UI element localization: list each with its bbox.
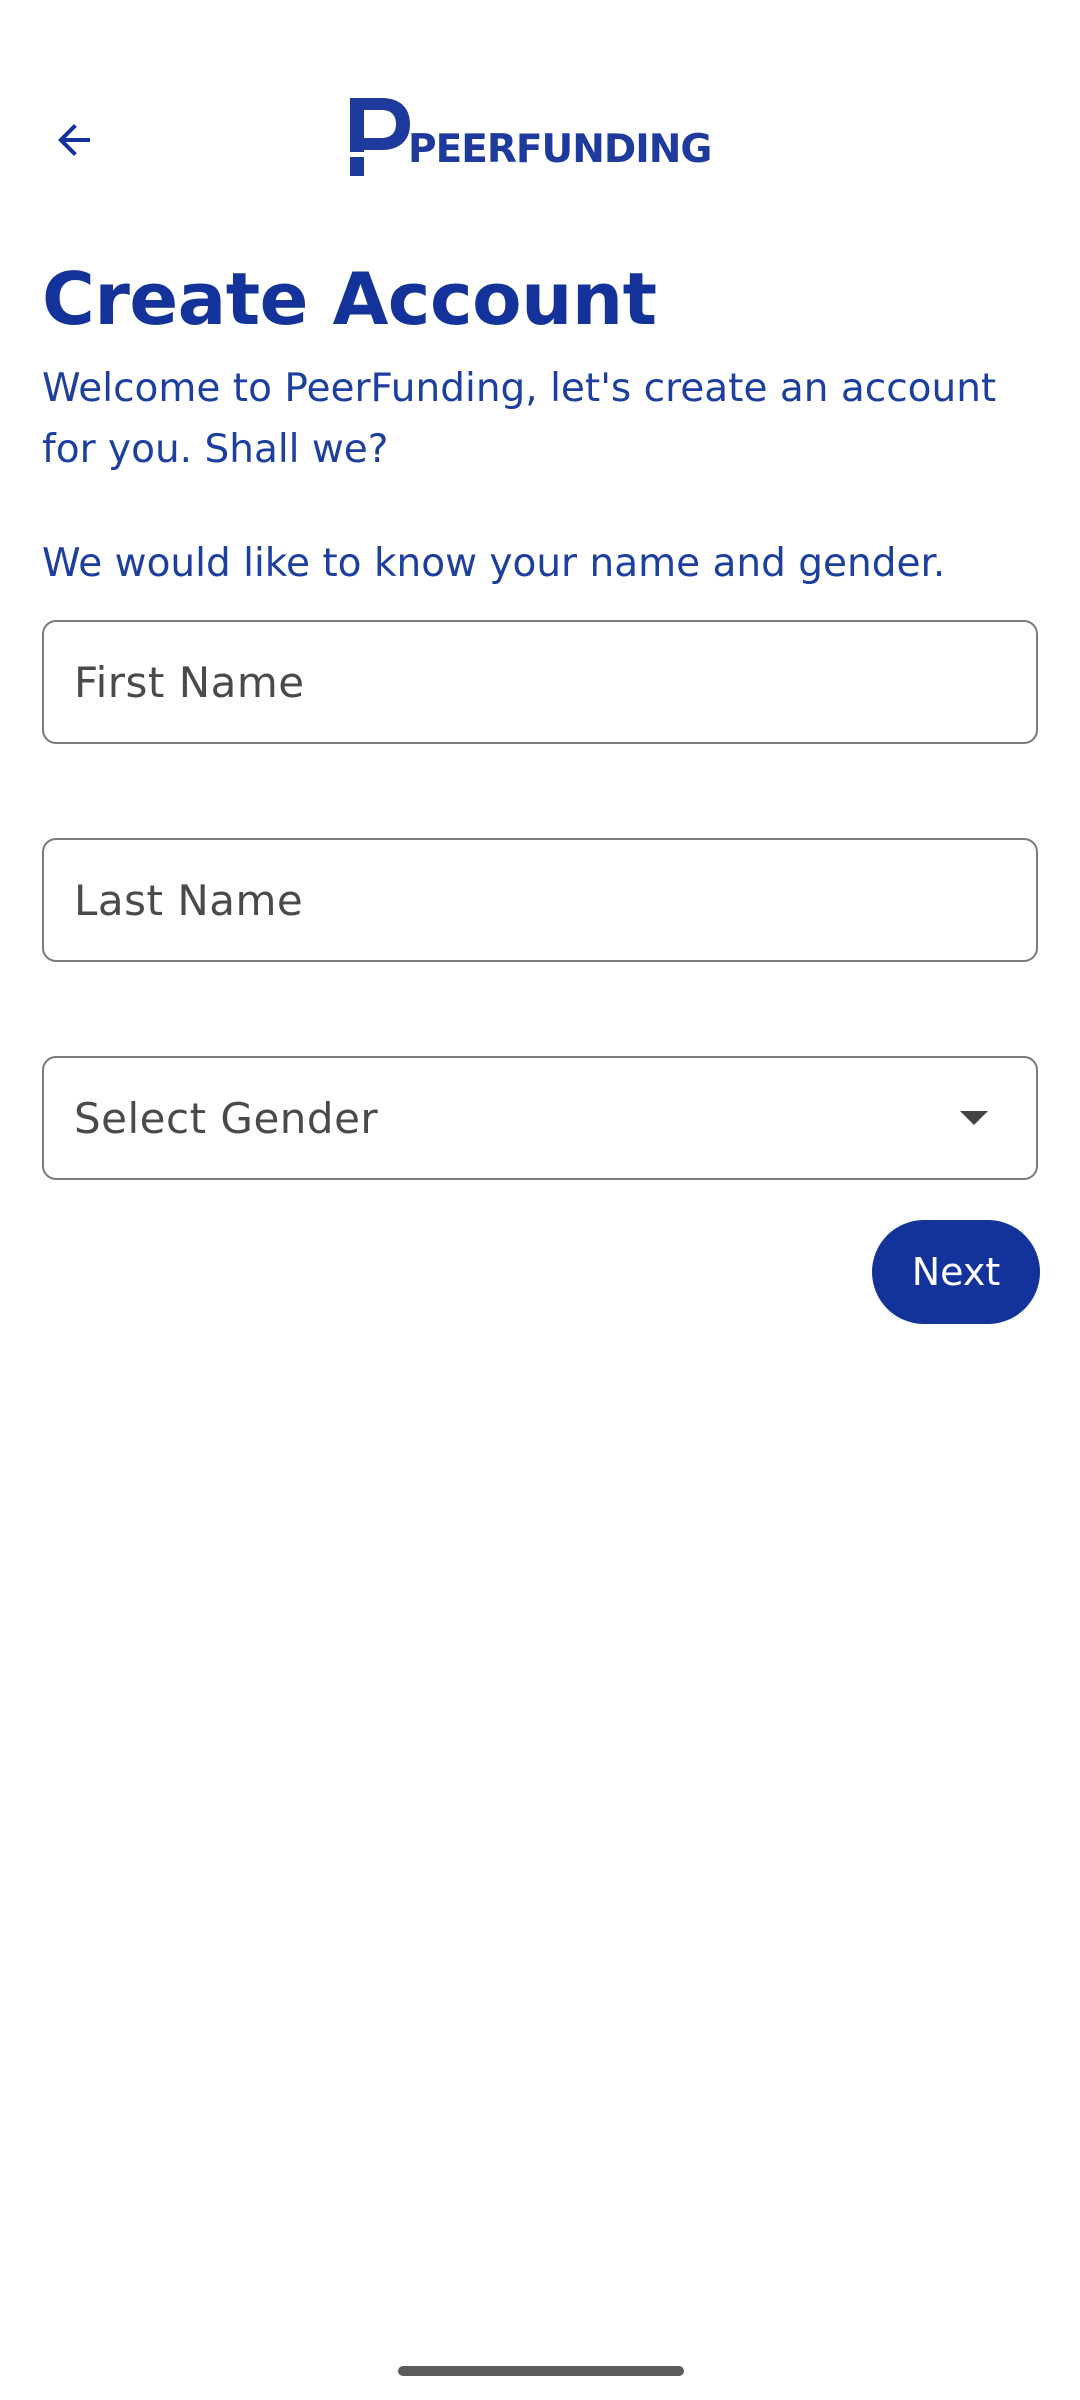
prompt-text: We would like to know your name and gend… [42, 541, 946, 586]
dropdown-arrow-icon [960, 1111, 988, 1125]
logo-mark-icon [350, 98, 410, 176]
peerfunding-logo: PEERFUNDING [346, 96, 712, 178]
last-name-field[interactable] [42, 838, 1038, 962]
last-name-input[interactable] [44, 840, 1036, 960]
first-name-field[interactable] [42, 620, 1038, 744]
back-button[interactable] [42, 108, 106, 172]
first-name-input[interactable] [44, 622, 1036, 742]
welcome-text: Welcome to PeerFunding, let's create an … [42, 366, 997, 472]
gender-select-label: Select Gender [74, 1093, 379, 1143]
arrow-left-icon [58, 124, 90, 156]
home-indicator [398, 2366, 684, 2376]
logo-text: PEERFUNDING [408, 127, 712, 172]
page-title: Create Account [42, 257, 657, 341]
next-button[interactable]: Next [872, 1220, 1040, 1324]
gender-select[interactable]: Select Gender [42, 1056, 1038, 1180]
